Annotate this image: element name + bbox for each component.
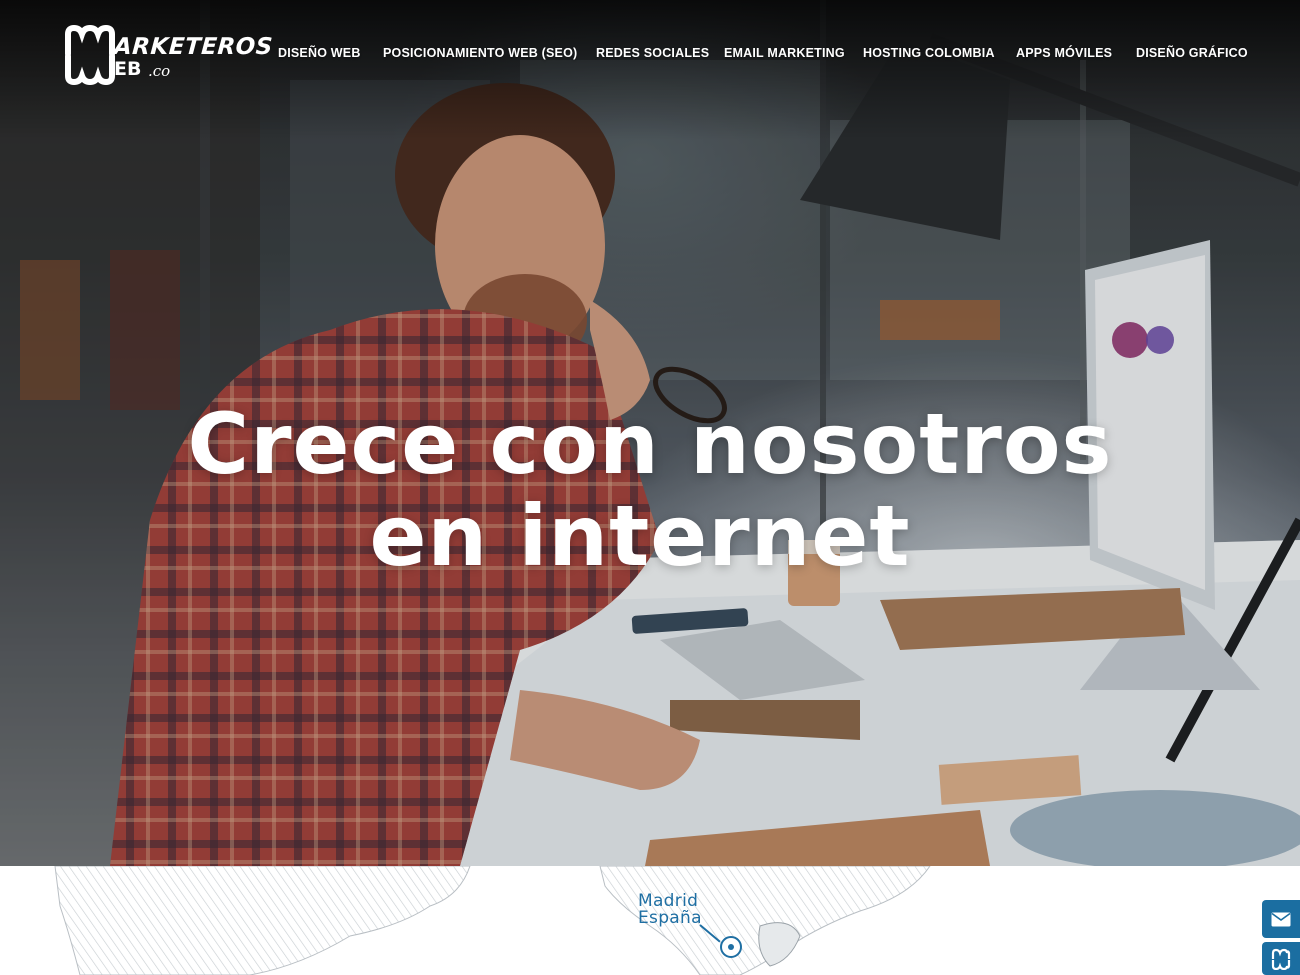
nav-item-apps-moviles[interactable]: APPS MÓVILES [1016, 46, 1112, 60]
hero-banner: ARKETEROS EB .co DISEÑO WEB POSICIONAMIE… [0, 0, 1300, 866]
contact-email-button[interactable] [1262, 900, 1300, 938]
main-navigation: DISEÑO WEB POSICIONAMIENTO WEB (SEO) RED… [0, 46, 1300, 64]
envelope-icon [1271, 912, 1291, 926]
nav-item-seo[interactable]: POSICIONAMIENTO WEB (SEO) [383, 46, 577, 60]
nav-item-redes-sociales[interactable]: REDES SOCIALES [596, 46, 709, 60]
map-location-pin-icon[interactable] [720, 936, 742, 958]
logo-domain-suffix: .co [148, 62, 171, 80]
brand-widget-button[interactable] [1262, 942, 1300, 975]
nav-item-diseno-grafico[interactable]: DISEÑO GRÁFICO [1136, 46, 1248, 60]
nav-item-hosting-colombia[interactable]: HOSTING COLOMBIA [863, 46, 995, 60]
map-location-country: España [638, 908, 702, 928]
hero-headline-line2: en internet [369, 487, 911, 585]
hero-headline: Crece con nosotros en internet [0, 398, 1300, 582]
mw-monogram-icon [1271, 948, 1291, 970]
nav-item-diseno-web[interactable]: DISEÑO WEB [278, 46, 361, 60]
locations-map-section: Madrid España [0, 866, 1300, 975]
hero-headline-line1: Crece con nosotros [187, 395, 1113, 493]
nav-item-email-marketing[interactable]: EMAIL MARKETING [724, 46, 845, 60]
